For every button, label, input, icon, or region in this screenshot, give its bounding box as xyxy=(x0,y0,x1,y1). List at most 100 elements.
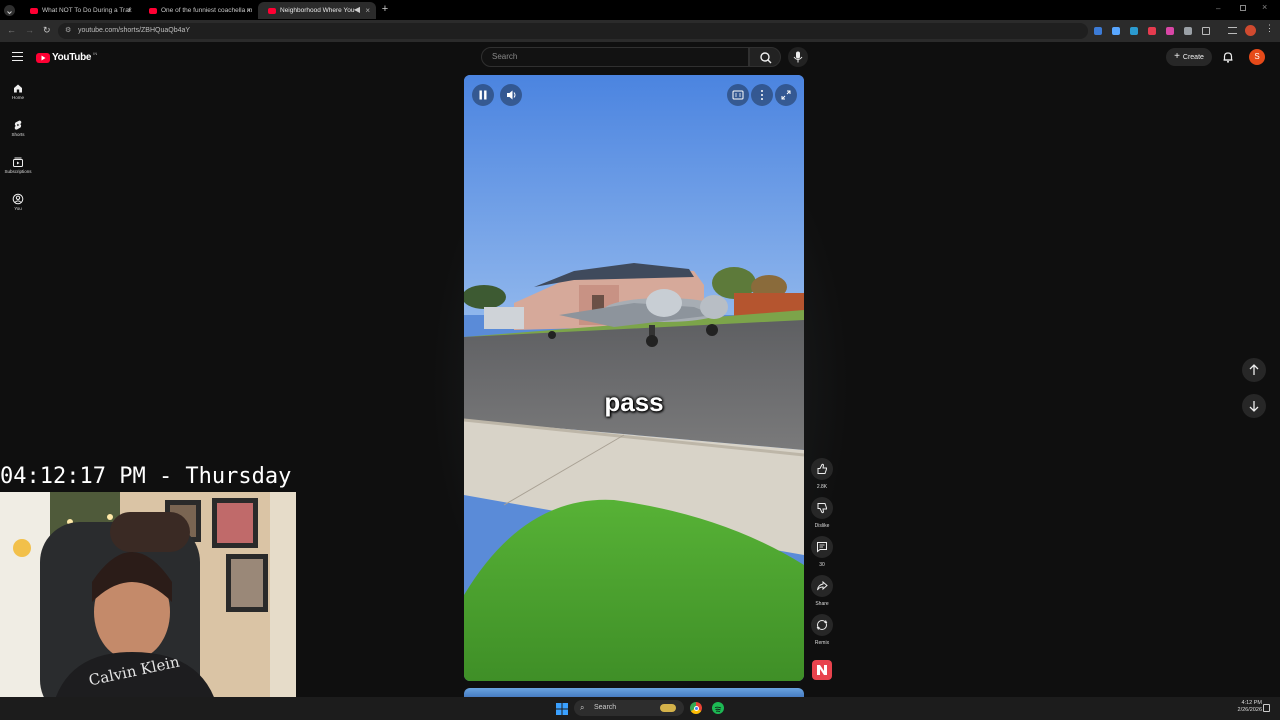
tab-2[interactable]: One of the funniest coachella m × xyxy=(139,2,257,19)
puzzle-icon[interactable] xyxy=(1202,27,1210,35)
search-placeholder: Search xyxy=(492,52,518,61)
minimize-icon[interactable]: – xyxy=(1216,4,1226,14)
remix-button[interactable] xyxy=(811,614,833,636)
create-label: Create xyxy=(1182,53,1204,61)
tab-title: Neighborhood Where You xyxy=(280,7,355,14)
search-icon xyxy=(760,52,772,64)
close-icon[interactable]: × xyxy=(365,6,370,15)
pause-button[interactable] xyxy=(472,84,494,106)
search-input[interactable]: Search xyxy=(481,47,749,67)
search-button[interactable] xyxy=(749,47,781,67)
forward-icon[interactable]: → xyxy=(25,25,34,35)
avatar-letter: S xyxy=(1254,52,1260,61)
like-button[interactable] xyxy=(811,458,833,480)
extension-icon[interactable] xyxy=(1112,27,1120,35)
address-bar[interactable]: ⚙ youtube.com/shorts/ZBHQuaQb4aY xyxy=(58,23,1088,39)
comment-icon xyxy=(817,542,827,553)
taskbar-time: 4:12 PM xyxy=(1241,700,1262,706)
tab-title: What NOT To Do During a Traf xyxy=(42,7,131,14)
guide-label: You xyxy=(14,206,22,211)
overlay-clock: 04:12:17 PM - Thursday xyxy=(0,464,292,489)
extension-icon[interactable] xyxy=(1094,27,1102,35)
create-button[interactable]: + Create xyxy=(1166,48,1212,66)
guide-label: Shorts xyxy=(11,132,25,137)
chevron-down-icon xyxy=(7,11,12,15)
close-icon[interactable]: × xyxy=(246,6,251,15)
guide-item-subscriptions[interactable]: Subscriptions xyxy=(0,156,36,174)
captions-button[interactable] xyxy=(727,84,749,106)
comment-count: 30 xyxy=(819,562,825,568)
shorts-icon xyxy=(14,120,22,130)
comments-button[interactable] xyxy=(811,536,833,558)
tab-search-button[interactable] xyxy=(4,5,15,16)
youtube-favicon-icon xyxy=(149,7,157,14)
start-button[interactable] xyxy=(556,702,568,715)
dislike-label: Dislike xyxy=(814,523,830,529)
reload-icon[interactable]: ↻ xyxy=(43,25,51,36)
logo-text: YouTube xyxy=(52,52,92,63)
kebab-menu-icon xyxy=(761,90,763,100)
like-count: 2.8K xyxy=(816,484,828,490)
share-icon xyxy=(817,580,828,591)
taskbar-search-label: Search xyxy=(594,704,617,711)
guide-item-you[interactable]: You xyxy=(0,193,36,211)
volume-button[interactable] xyxy=(500,84,522,106)
captions-icon xyxy=(732,90,744,100)
extension-icon[interactable] xyxy=(1130,27,1138,35)
video-caption: pass xyxy=(604,387,664,417)
home-icon xyxy=(14,84,22,93)
account-avatar[interactable]: S xyxy=(1249,49,1265,65)
more-options-button[interactable] xyxy=(751,84,773,106)
dislike-button[interactable] xyxy=(811,497,833,519)
back-icon[interactable]: ← xyxy=(7,25,16,35)
tab-3-active[interactable]: Neighborhood Where You ◀ × xyxy=(258,2,376,19)
close-icon[interactable]: × xyxy=(127,6,132,15)
speaker-icon[interactable]: ◀ xyxy=(354,5,360,14)
arrow-down-icon xyxy=(1249,401,1259,412)
channel-logo-icon xyxy=(817,665,827,675)
guide-item-home[interactable]: Home xyxy=(0,82,36,100)
remix-icon xyxy=(816,620,828,630)
taskbar-clock[interactable]: 4:12 PM 2/26/2026 xyxy=(1220,700,1262,714)
youtube-favicon-icon xyxy=(30,7,38,14)
notification-center-icon[interactable] xyxy=(1263,704,1270,712)
microphone-icon xyxy=(793,51,803,63)
window-close-icon[interactable]: × xyxy=(1262,2,1267,12)
previous-short-button[interactable] xyxy=(1242,358,1266,382)
search-highlight-icon xyxy=(660,704,676,712)
url-text: youtube.com/shorts/ZBHQuaQb4aY xyxy=(78,27,191,34)
profile-icon[interactable] xyxy=(1245,25,1256,36)
shorts-video-player[interactable]: pass xyxy=(464,75,804,681)
new-tab-button[interactable]: + xyxy=(379,3,391,15)
next-short-button[interactable] xyxy=(1242,394,1266,418)
chrome-taskbar-icon[interactable] xyxy=(690,702,702,714)
spotify-icon xyxy=(714,706,722,713)
spotify-taskbar-icon[interactable] xyxy=(712,702,724,714)
menu-icon[interactable] xyxy=(12,52,23,61)
youtube-play-icon xyxy=(36,52,50,63)
subscriptions-icon xyxy=(13,157,23,167)
youtube-logo[interactable]: YouTube IN xyxy=(36,51,97,64)
pause-icon xyxy=(479,90,487,100)
voice-search-button[interactable] xyxy=(788,47,808,67)
taskbar-date: 2/26/2026 xyxy=(1237,707,1262,713)
kebab-menu-icon[interactable]: ⋮ xyxy=(1265,23,1274,34)
reading-list-icon[interactable] xyxy=(1228,27,1237,34)
guide-label: Home xyxy=(11,95,24,100)
site-info-icon[interactable]: ⚙ xyxy=(65,23,71,39)
restore-icon[interactable] xyxy=(1240,5,1246,11)
guide-label: Subscriptions xyxy=(4,169,32,174)
guide-item-shorts[interactable]: Shorts xyxy=(0,119,36,137)
you-icon xyxy=(12,193,24,205)
channel-avatar[interactable] xyxy=(812,660,832,680)
share-button[interactable] xyxy=(811,575,833,597)
extension-icon[interactable] xyxy=(1148,27,1156,35)
expand-icon xyxy=(781,90,791,100)
taskbar-search[interactable]: ⌕ Search xyxy=(574,700,684,716)
extension-icon[interactable] xyxy=(1184,27,1192,35)
notifications-button[interactable] xyxy=(1221,50,1235,64)
extension-icon[interactable] xyxy=(1166,27,1174,35)
windows-logo-icon xyxy=(556,703,568,715)
tab-1[interactable]: What NOT To Do During a Traf × xyxy=(20,2,138,19)
fullscreen-button[interactable] xyxy=(775,84,797,106)
